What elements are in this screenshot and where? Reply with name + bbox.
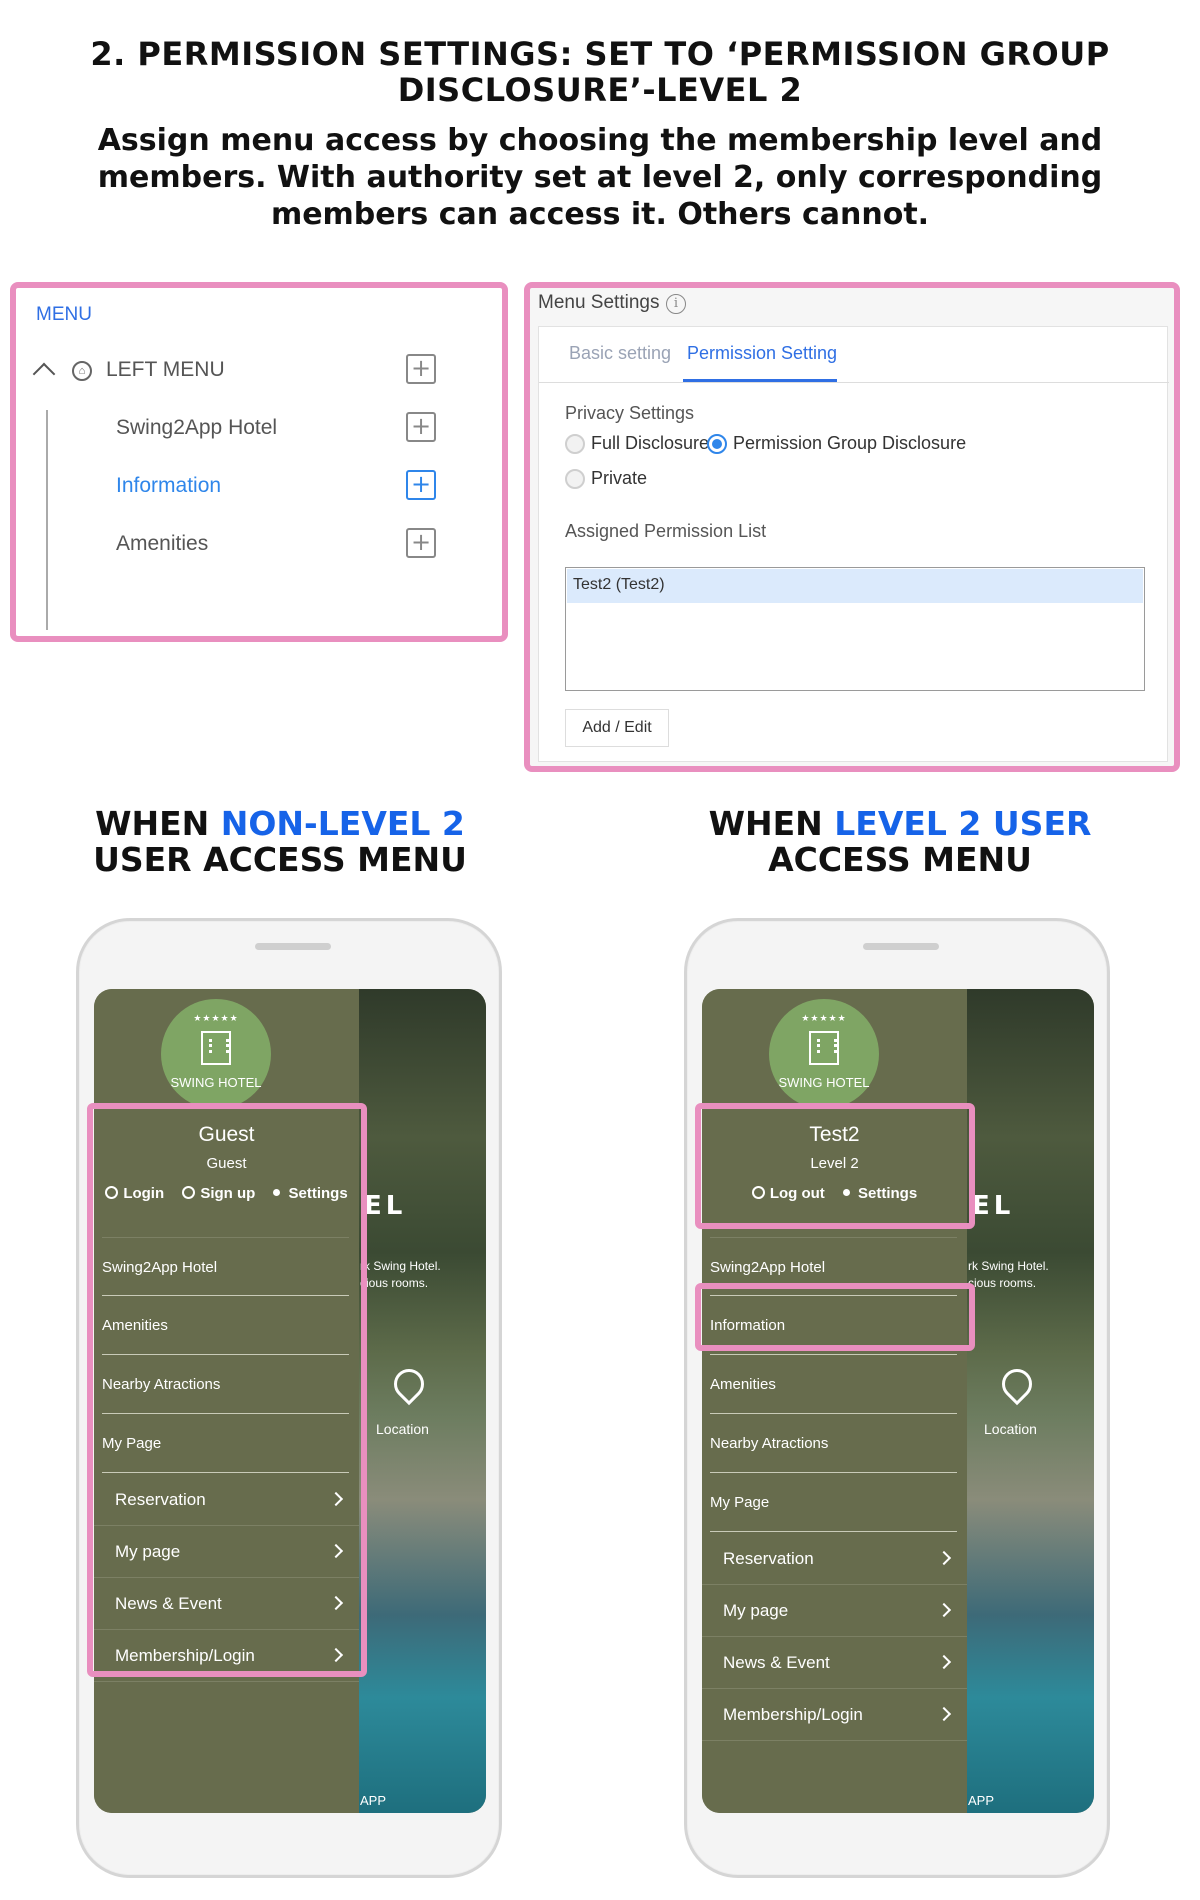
chevron-right-icon: [936, 1602, 952, 1618]
caption-level2: WHEN LEVEL 2 USER ACCESS MENU: [640, 806, 1160, 878]
logo-text: SWING HOTEL: [778, 1075, 870, 1090]
phone-level2: EL rk Swing Hotel. cious rooms. Location…: [684, 918, 1110, 1878]
highlight-box-user-info: [695, 1103, 975, 1229]
tab-basic-setting[interactable]: Basic setting: [569, 343, 671, 364]
logo-stars: ★★★★★: [193, 1013, 239, 1023]
bg-bottom-text: APP: [360, 1793, 387, 1808]
tree-label-amenities: Amenities: [116, 532, 209, 555]
menu-settings-title: Menu Settings: [538, 292, 660, 313]
home-icon: ⌂: [72, 361, 92, 381]
chevron-right-icon: [936, 1654, 952, 1670]
caption-line2: ACCESS MENU: [768, 840, 1032, 879]
bg-caption-1: rk Swing Hotel.: [968, 1259, 1049, 1273]
header-description: Assign menu access by choosing the membe…: [60, 122, 1140, 233]
add-submenu-button[interactable]: +: [406, 528, 436, 558]
tree-label-swing2app-hotel: Swing2App Hotel: [116, 416, 278, 439]
caption-pre: WHEN: [708, 804, 835, 843]
add-edit-button[interactable]: Add / Edit: [565, 709, 669, 747]
info-icon[interactable]: i: [666, 294, 686, 314]
assigned-permission-label: Assigned Permission List: [565, 521, 767, 541]
phone-speaker: [863, 943, 939, 950]
submenu-news-event[interactable]: News & Event: [702, 1637, 967, 1689]
hotel-background-image: [967, 989, 1094, 1813]
instruction-header: 2. PERMISSION SETTINGS: SET TO ‘PERMISSI…: [60, 36, 1140, 233]
tree-row-amenities[interactable]: Amenities +: [16, 524, 436, 564]
assigned-permission-list[interactable]: Test2 (Test2): [565, 567, 1145, 691]
submenu-label: News & Event: [723, 1653, 830, 1672]
settings-card: Basic setting Permission Setting Privacy…: [538, 326, 1169, 762]
drawer-menu-amenities[interactable]: Amenities: [710, 1355, 957, 1414]
submenu-label: My page: [723, 1601, 789, 1620]
bg-hotel-title: EL: [972, 1191, 1015, 1221]
header-title-line2: DISCLOSURE’-LEVEL 2: [397, 71, 803, 109]
caption-highlight: NON-LEVEL 2: [220, 804, 465, 843]
tree-row-information[interactable]: Information +: [16, 466, 436, 506]
add-submenu-button[interactable]: +: [406, 412, 436, 442]
highlight-box-information-menu: [695, 1283, 975, 1351]
drawer-menu-my-page[interactable]: My Page: [710, 1473, 957, 1532]
submenu-membership-login[interactable]: Membership/Login: [702, 1689, 967, 1741]
bg-caption-2: cious rooms.: [968, 1276, 1037, 1290]
logo-stars: ★★★★★: [801, 1013, 847, 1023]
tree-row-swing2app-hotel[interactable]: Swing2App Hotel +: [16, 408, 436, 448]
logo-text: SWING HOTEL: [170, 1075, 262, 1090]
caption-highlight: LEVEL 2 USER: [834, 804, 1092, 843]
radio-label-full-disclosure[interactable]: Full Disclosure: [591, 433, 709, 454]
location-label[interactable]: Location: [984, 1421, 1037, 1437]
tree-label-left-menu: LEFT MENU: [106, 358, 225, 381]
radio-private[interactable]: [565, 469, 585, 489]
building-icon: [809, 1031, 839, 1065]
phone-speaker: [255, 943, 331, 950]
radio-full-disclosure[interactable]: [565, 434, 585, 454]
location-label[interactable]: Location: [376, 1421, 429, 1437]
caption-pre: WHEN: [95, 804, 221, 843]
submenu-label: Membership/Login: [723, 1705, 863, 1724]
add-submenu-button[interactable]: +: [406, 354, 436, 384]
tab-permission-setting[interactable]: Permission Setting: [687, 343, 837, 364]
header-sub-line3: members can access it. Others cannot.: [270, 197, 930, 232]
menu-tree-panel: MENU ⌂ LEFT MENU + Swing2App Hotel + Inf…: [10, 282, 508, 642]
bg-caption-2: cious rooms.: [360, 1276, 429, 1290]
highlight-box-guest-menu: [87, 1103, 367, 1677]
tree-row-left-menu[interactable]: ⌂ LEFT MENU +: [16, 350, 436, 390]
menu-settings-panel: Menu Settings i Basic setting Permission…: [524, 282, 1180, 772]
header-title-line1: 2. PERMISSION SETTINGS: SET TO ‘PERMISSI…: [90, 35, 1110, 73]
bg-bottom-text: APP: [968, 1793, 995, 1808]
hotel-logo: ★★★★★ SWING HOTEL: [769, 999, 879, 1109]
active-tab-indicator: [683, 379, 837, 382]
chevron-right-icon: [936, 1550, 952, 1566]
permission-list-item[interactable]: Test2 (Test2): [567, 569, 1143, 603]
radio-label-permission-group-disclosure[interactable]: Permission Group Disclosure: [733, 433, 966, 454]
caption-non-level2: WHEN NON-LEVEL 2 USER ACCESS MENU: [20, 806, 540, 878]
tree-label-information: Information: [116, 474, 222, 497]
submenu-label: Reservation: [723, 1549, 814, 1568]
header-sub-line2: members. With authority set at level 2, …: [97, 160, 1103, 195]
add-submenu-button[interactable]: +: [406, 470, 436, 500]
phone-guest: EL rk Swing Hotel. cious rooms. Location…: [76, 918, 502, 1878]
caption-line2: USER ACCESS MENU: [93, 840, 467, 879]
privacy-settings-label: Privacy Settings: [565, 403, 695, 423]
hotel-background-image: [359, 989, 486, 1813]
radio-permission-group-disclosure[interactable]: [707, 434, 727, 454]
bg-hotel-title: EL: [364, 1191, 407, 1221]
drawer-menu-nearby-attractions[interactable]: Nearby Atractions: [710, 1414, 957, 1473]
submenu-reservation[interactable]: Reservation: [702, 1533, 967, 1585]
submenu-my-page[interactable]: My page: [702, 1585, 967, 1637]
tab-divider: [539, 382, 1169, 383]
chevron-up-icon[interactable]: [32, 362, 56, 386]
hotel-logo: ★★★★★ SWING HOTEL: [161, 999, 271, 1109]
building-icon: [201, 1031, 231, 1065]
bg-caption-1: rk Swing Hotel.: [360, 1259, 441, 1273]
radio-label-private[interactable]: Private: [591, 468, 647, 489]
menu-label: MENU: [36, 304, 92, 325]
chevron-right-icon: [936, 1706, 952, 1722]
header-sub-line1: Assign menu access by choosing the membe…: [97, 123, 1103, 158]
